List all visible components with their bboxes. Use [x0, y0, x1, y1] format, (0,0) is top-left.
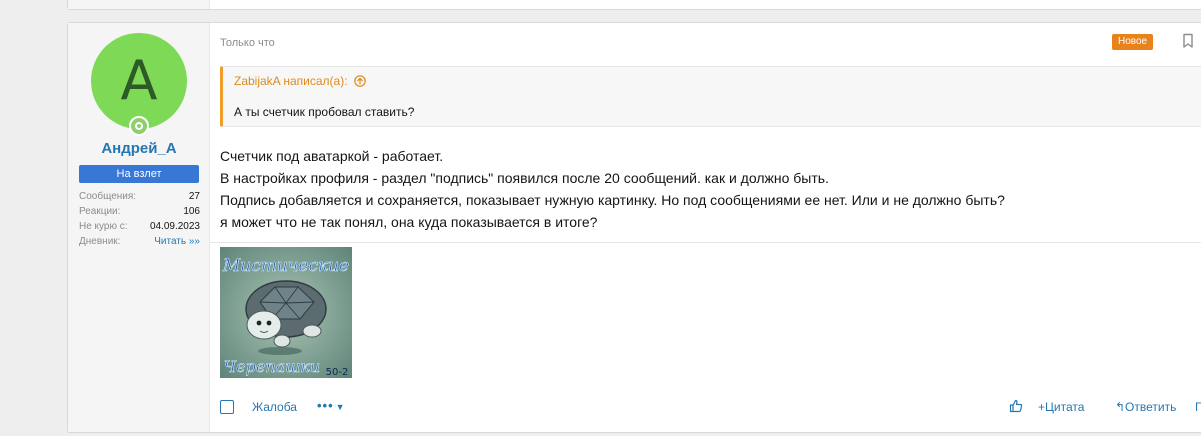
more-dots: ••• — [317, 398, 334, 413]
arrow-up-circle-icon[interactable] — [353, 75, 366, 87]
stat-label: Не курю с: — [79, 221, 128, 232]
signature-number: 50-2 — [326, 367, 349, 378]
quote-header[interactable]: ZabijakA написал(а): — [234, 74, 366, 88]
select-checkbox[interactable] — [220, 400, 234, 414]
post-body: Счетчик под аватаркой - работает. В наст… — [220, 145, 1005, 233]
quote-text: А ты счетчик пробовал ставить? — [234, 105, 415, 119]
stat-smoke-free: Не курю с: 04.09.2023 — [79, 219, 200, 234]
new-badge: Новое — [1112, 34, 1154, 50]
extra-action-button[interactable]: Г — [1195, 400, 1201, 414]
username[interactable]: Андрей_A — [68, 140, 210, 157]
user-cell: A Андрей_A На взлет Сообщения: 27 Реакци… — [68, 23, 210, 432]
user-stats: Сообщения: 27 Реакции: 106 Не курю с: 04… — [79, 189, 200, 249]
signature-divider — [210, 242, 1201, 243]
stat-label: Сообщения: — [79, 191, 137, 202]
signature-bottom-text: Черепашки — [224, 357, 320, 376]
previous-post — [67, 0, 1201, 10]
stat-reactions: Реакции: 106 — [79, 204, 200, 219]
chevron-down-icon: ▼ — [335, 402, 346, 412]
message-content: Только что Новое ZabijakA написал(а): А … — [210, 23, 1201, 432]
quote-block: ZabijakA написал(а): А ты счетчик пробов… — [220, 66, 1201, 127]
signature-top-text: Мистические — [222, 256, 349, 276]
stat-label: Реакции: — [79, 206, 121, 217]
post-actions: Жалоба ••• ▼ +Цитата ↰Ответить Г — [220, 398, 1201, 416]
report-link[interactable]: Жалоба — [252, 400, 297, 414]
avatar[interactable]: A — [91, 33, 187, 129]
stat-value: 04.09.2023 — [149, 221, 200, 232]
stat-diary: Дневник: Читать »» — [79, 234, 200, 249]
quote-author[interactable]: ZabijakA написал(а): — [234, 74, 348, 88]
body-line: Счетчик под аватаркой - работает. — [220, 148, 444, 164]
previous-post-user-cell — [68, 0, 210, 9]
post-timestamp[interactable]: Только что — [220, 37, 275, 49]
body-line: я может что не так понял, она куда показ… — [220, 214, 598, 230]
thumbs-up-icon[interactable] — [1009, 399, 1023, 413]
stat-value: 106 — [183, 206, 200, 217]
diary-link[interactable]: Читать »» — [154, 234, 200, 249]
user-title-badge: На взлет — [79, 165, 199, 183]
bookmark-icon[interactable] — [1181, 33, 1195, 49]
online-status-icon — [129, 116, 149, 136]
body-line: Подпись добавляется и сохраняется, показ… — [220, 192, 1005, 208]
message: A Андрей_A На взлет Сообщения: 27 Реакци… — [67, 22, 1201, 433]
reply-button[interactable]: ↰Ответить — [1115, 400, 1176, 414]
stat-value: 27 — [188, 191, 200, 202]
more-options-button[interactable]: ••• ▼ — [317, 398, 346, 413]
stat-label: Дневник: — [79, 236, 121, 247]
quote-button[interactable]: +Цитата — [1038, 400, 1084, 414]
body-line: В настройках профиля - раздел "подпись" … — [220, 170, 829, 186]
signature-image: Мистические Черепашки 50-2 — [220, 247, 352, 378]
stat-messages: Сообщения: 27 — [79, 189, 200, 204]
